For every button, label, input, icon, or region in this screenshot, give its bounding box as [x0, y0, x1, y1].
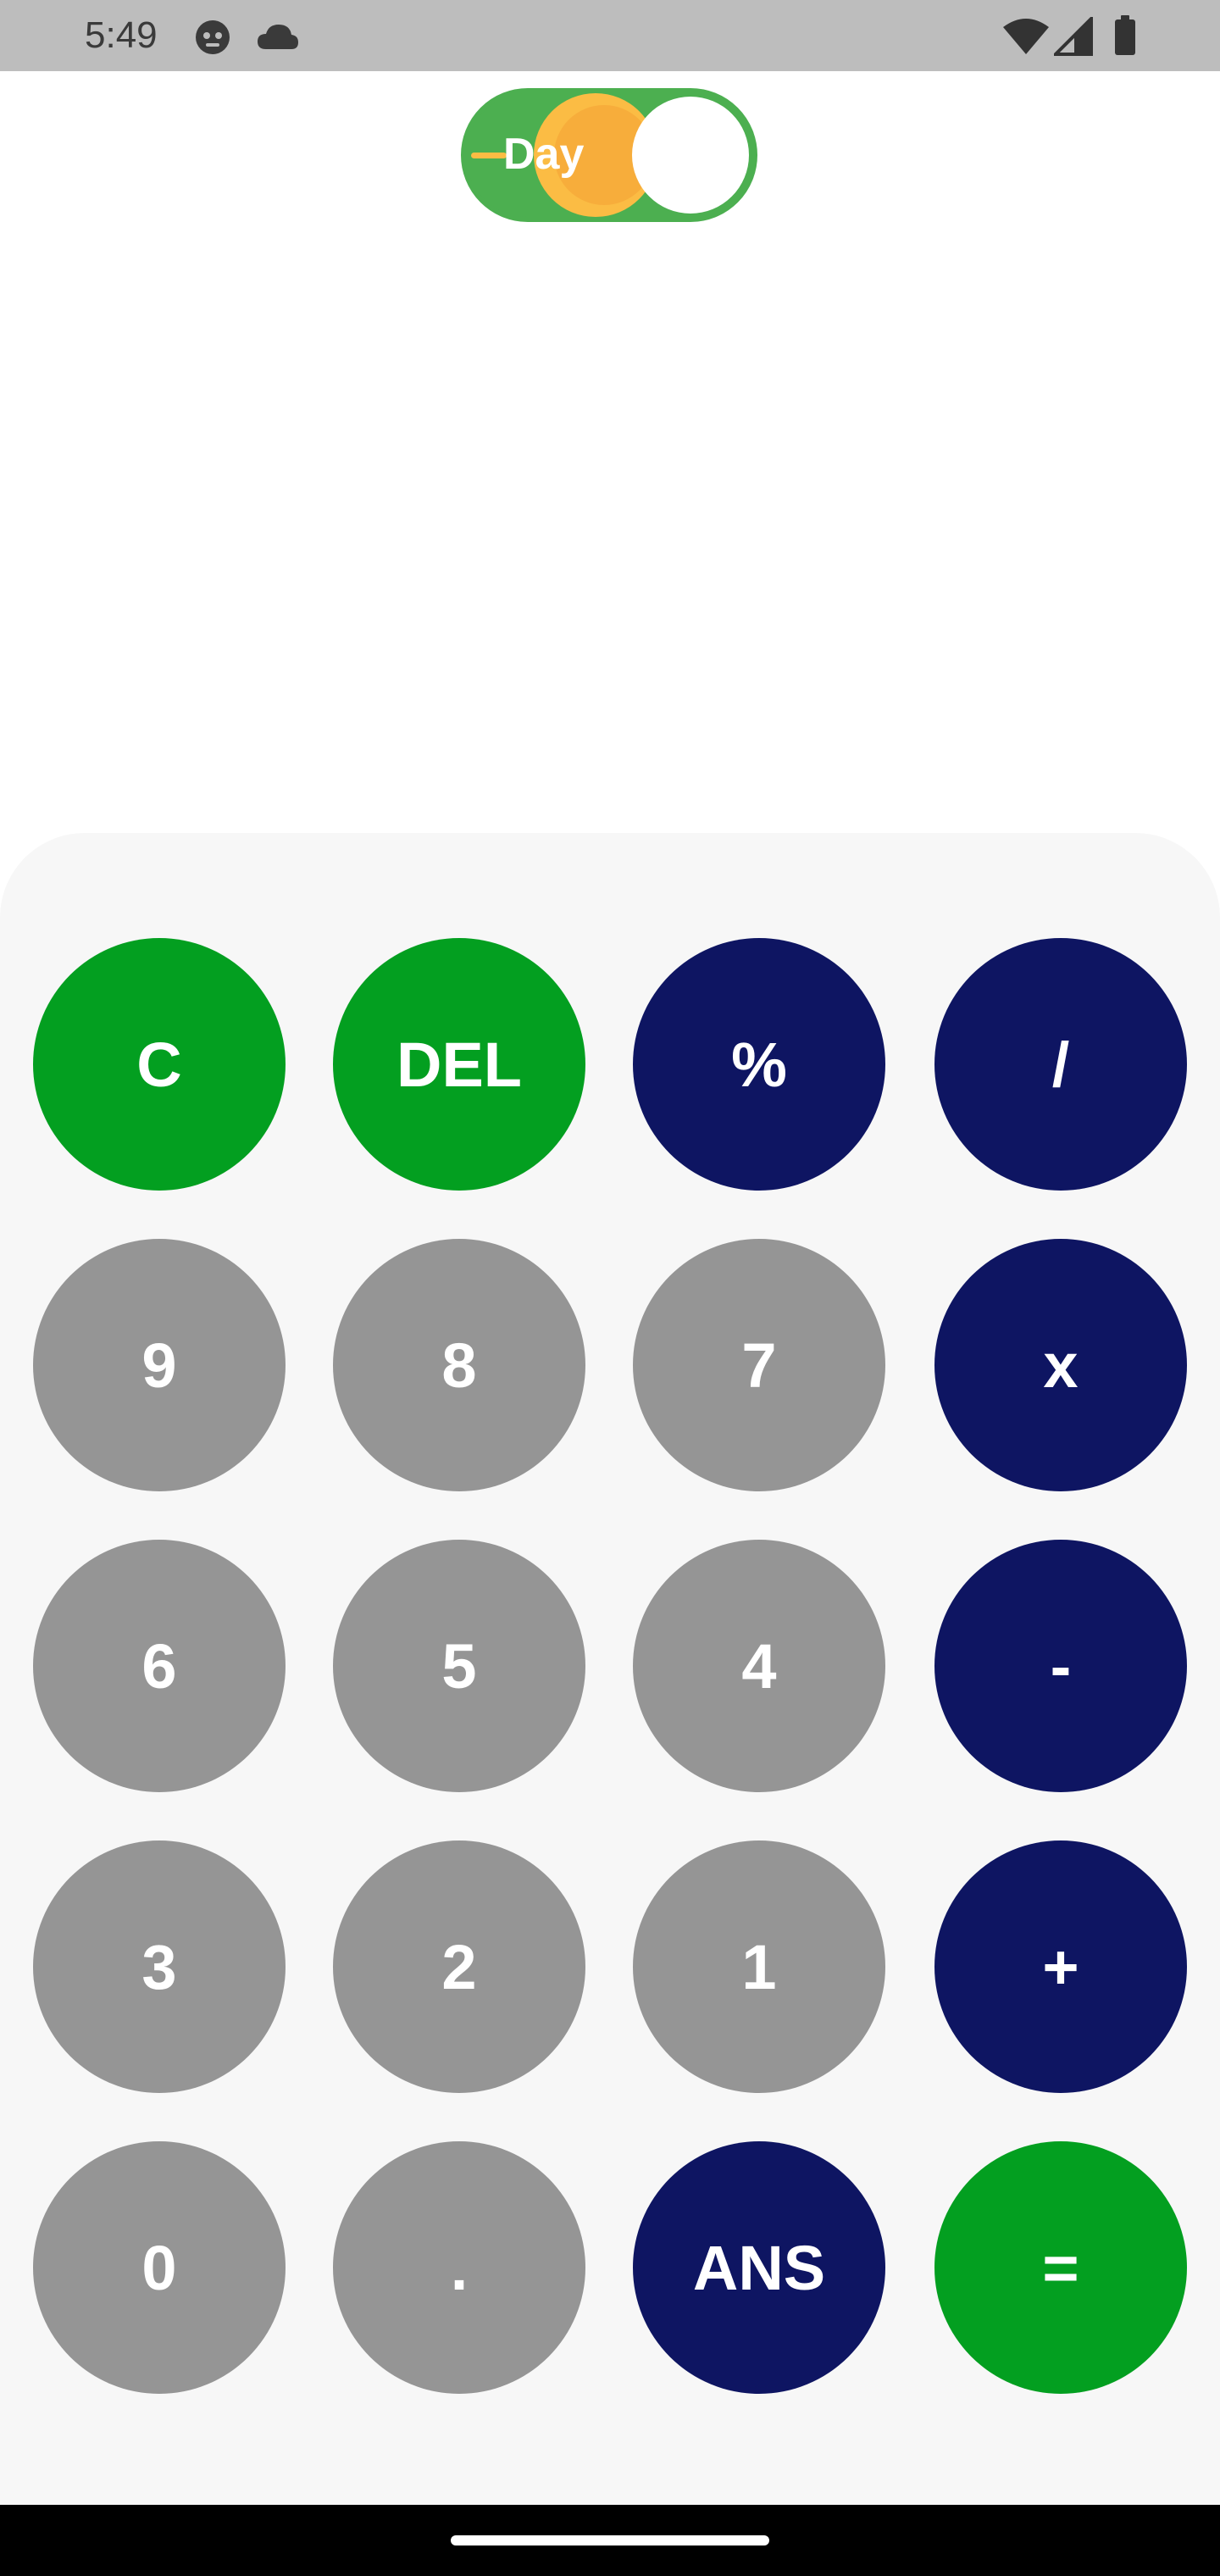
divide-button[interactable]: / [934, 938, 1187, 1191]
digit-5-button[interactable]: 5 [333, 1540, 585, 1792]
digit-3-button[interactable]: 3 [33, 1840, 286, 2093]
home-gesture-handle[interactable] [451, 2535, 769, 2545]
wifi-icon [1001, 17, 1051, 60]
add-button[interactable]: + [934, 1840, 1187, 2093]
digit-7-button[interactable]: 7 [633, 1239, 885, 1491]
sun-ray [471, 153, 507, 158]
day-night-toggle[interactable]: Day [461, 88, 757, 222]
status-bar: 5:49 [0, 0, 1220, 71]
delete-button[interactable]: DEL [333, 938, 585, 1191]
digit-9-button[interactable]: 9 [33, 1239, 286, 1491]
answer-button[interactable]: ANS [633, 2141, 885, 2394]
toggle-label: Day [503, 130, 585, 179]
subtract-button[interactable]: - [934, 1540, 1187, 1792]
digit-1-button[interactable]: 1 [633, 1840, 885, 2093]
cloud-icon [256, 22, 300, 55]
digit-0-button[interactable]: 0 [33, 2141, 286, 2394]
equals-button[interactable]: = [934, 2141, 1187, 2394]
battery-icon [1113, 15, 1137, 60]
keypad: C DEL%/ 9 8 7 x 6 5 4- 3 2 1 +0. ANS = [0, 833, 1220, 2505]
digit-4-button[interactable]: 4 [633, 1540, 885, 1792]
digit-2-button[interactable]: 2 [333, 1840, 585, 2093]
decimal-point-button[interactable]: . [333, 2141, 585, 2394]
toggle-knob[interactable] [632, 97, 749, 214]
percent-button[interactable]: % [633, 938, 885, 1191]
digit-8-button[interactable]: 8 [333, 1239, 585, 1491]
cell-signal-icon [1051, 14, 1093, 60]
clear-button[interactable]: C [33, 938, 286, 1191]
multiply-button[interactable]: x [934, 1239, 1187, 1491]
navigation-bar [0, 2505, 1220, 2576]
cat-face-icon [193, 17, 232, 60]
digit-6-button[interactable]: 6 [33, 1540, 286, 1792]
status-time: 5:49 [85, 14, 158, 56]
